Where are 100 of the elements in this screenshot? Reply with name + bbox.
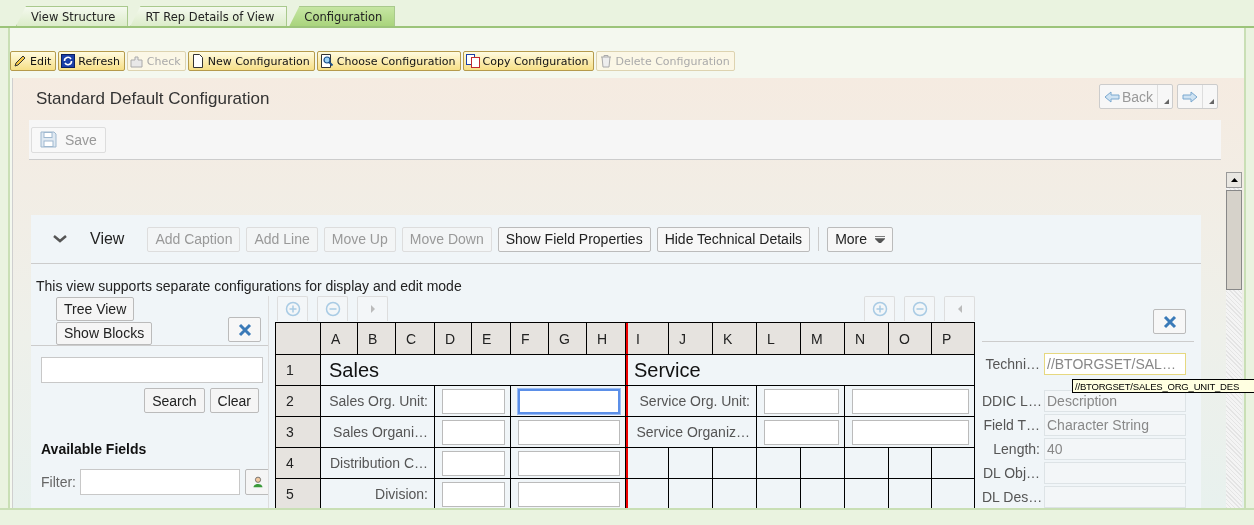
input-field[interactable] [764, 419, 839, 445]
column-header: K [713, 323, 756, 354]
field-label: Division: [374, 486, 429, 502]
copy-icon [465, 54, 480, 68]
choose-button[interactable]: Choose Configuration [316, 51, 461, 71]
close-icon [1162, 314, 1177, 329]
grid-tool-button[interactable] [277, 296, 308, 321]
input-field[interactable] [518, 419, 620, 445]
section-title: View [90, 230, 125, 248]
refresh-button[interactable]: Refresh [58, 51, 125, 71]
row-number: 3 [276, 417, 320, 447]
toolbar-button[interactable]: Show Field Properties [497, 226, 651, 252]
field-label: Sales Org. Unit: [328, 393, 429, 409]
table-cell [845, 479, 888, 508]
toggle-button[interactable]: Show Blocks [56, 321, 153, 345]
document-icon [190, 54, 205, 68]
plus-circle-icon [871, 301, 888, 317]
search-action-button[interactable]: Clear [209, 388, 259, 413]
column-header: F [511, 323, 548, 354]
more-menu-button[interactable]: More [827, 226, 894, 252]
tooltip: //BTORGSET/SALES_ORG_UNIT_DES [1072, 379, 1254, 393]
column-header: P [932, 323, 974, 354]
column-header: J [669, 323, 712, 354]
field-label: Service Organiz… [635, 424, 751, 440]
arrow-left-icon [1103, 90, 1120, 103]
column-header: H [587, 323, 625, 354]
input-field[interactable] [518, 388, 620, 414]
section-title: Service [633, 358, 701, 382]
arrow-right-icon [1182, 90, 1198, 103]
column-header: M [801, 323, 844, 354]
row-number: 5 [276, 479, 320, 508]
property-field[interactable]: //BTORGSET/SAL… [1044, 353, 1186, 375]
search-action-button[interactable]: Search [144, 388, 205, 413]
chevron-down-icon[interactable] [53, 235, 67, 243]
grid-tool-button[interactable] [357, 296, 388, 321]
caret-down-icon [875, 235, 886, 243]
tab[interactable]: View Structure [16, 6, 129, 26]
grid-tool-button[interactable] [904, 296, 935, 321]
input-field[interactable] [442, 388, 505, 414]
column-header: N [845, 323, 888, 354]
corner-cell [276, 323, 320, 354]
scroll-up-button[interactable] [1226, 172, 1242, 188]
toggle-button[interactable]: Tree View [56, 297, 135, 321]
tab[interactable]: Configuration [289, 6, 396, 26]
input-field[interactable] [518, 450, 620, 476]
corner-triangle-icon [1164, 99, 1169, 104]
refresh-icon [61, 54, 76, 68]
input-field[interactable] [764, 388, 839, 414]
triangle-left-icon [956, 304, 963, 314]
search-field[interactable] [41, 357, 263, 383]
input-field[interactable] [442, 419, 505, 445]
grid-tool-button[interactable] [944, 296, 975, 321]
column-header: O [889, 323, 931, 354]
panel-heading: Available Fields [41, 441, 148, 457]
property-label: Length: [992, 441, 1040, 457]
puzzle-icon [129, 54, 144, 68]
property-label: DL Des… [982, 489, 1040, 505]
field-label: Sales Organi… [332, 424, 429, 440]
row-number: 4 [276, 448, 320, 478]
grid-tool-button[interactable] [317, 296, 348, 321]
plus-circle-icon [284, 301, 301, 317]
table-cell [801, 479, 844, 508]
edit-button[interactable]: Edit [10, 51, 57, 71]
tab[interactable]: RT Rep Details of View [130, 6, 288, 26]
person-button[interactable] [245, 469, 268, 495]
column-header: I [626, 323, 668, 354]
triangle-up-icon [1230, 178, 1238, 182]
input-field[interactable] [442, 450, 505, 476]
close-button[interactable] [228, 317, 261, 342]
table-cell [757, 479, 800, 508]
info-text: This view supports separate configurations for display and edit mode [35, 277, 463, 296]
property-label: Field T… [982, 417, 1040, 433]
close-icon [237, 322, 252, 337]
row-number: 2 [276, 386, 320, 416]
toolbar-button[interactable]: Hide Technical Details [656, 226, 811, 252]
scrollbar-thumb[interactable] [1226, 190, 1242, 290]
new-button[interactable]: New Configuration [187, 51, 315, 71]
property-field[interactable] [1044, 486, 1186, 508]
column-header: A [321, 323, 357, 354]
input-field[interactable] [442, 481, 505, 507]
input-field[interactable] [852, 388, 969, 414]
input-field[interactable] [518, 481, 620, 507]
page-title: Standard Default Configuration [36, 89, 271, 109]
close-button[interactable] [1153, 309, 1186, 334]
column-header: G [549, 323, 586, 354]
minus-circle-icon [324, 301, 341, 317]
section-title: Sales [328, 358, 380, 382]
grid-tool-button[interactable] [864, 296, 895, 321]
input-field[interactable] [852, 419, 969, 445]
table-cell [713, 479, 756, 508]
person-icon [252, 474, 264, 490]
corner-triangle-icon [1209, 99, 1214, 104]
triangle-right-icon [369, 304, 376, 314]
copy-button[interactable]: Copy Configuration [462, 51, 594, 71]
column-header: E [472, 323, 510, 354]
forward-button[interactable] [1177, 84, 1218, 109]
property-label: DL Obj… [982, 465, 1040, 481]
filter-field[interactable] [80, 469, 240, 495]
field-label: Distribution C… [328, 455, 429, 471]
table-cell [669, 479, 712, 508]
